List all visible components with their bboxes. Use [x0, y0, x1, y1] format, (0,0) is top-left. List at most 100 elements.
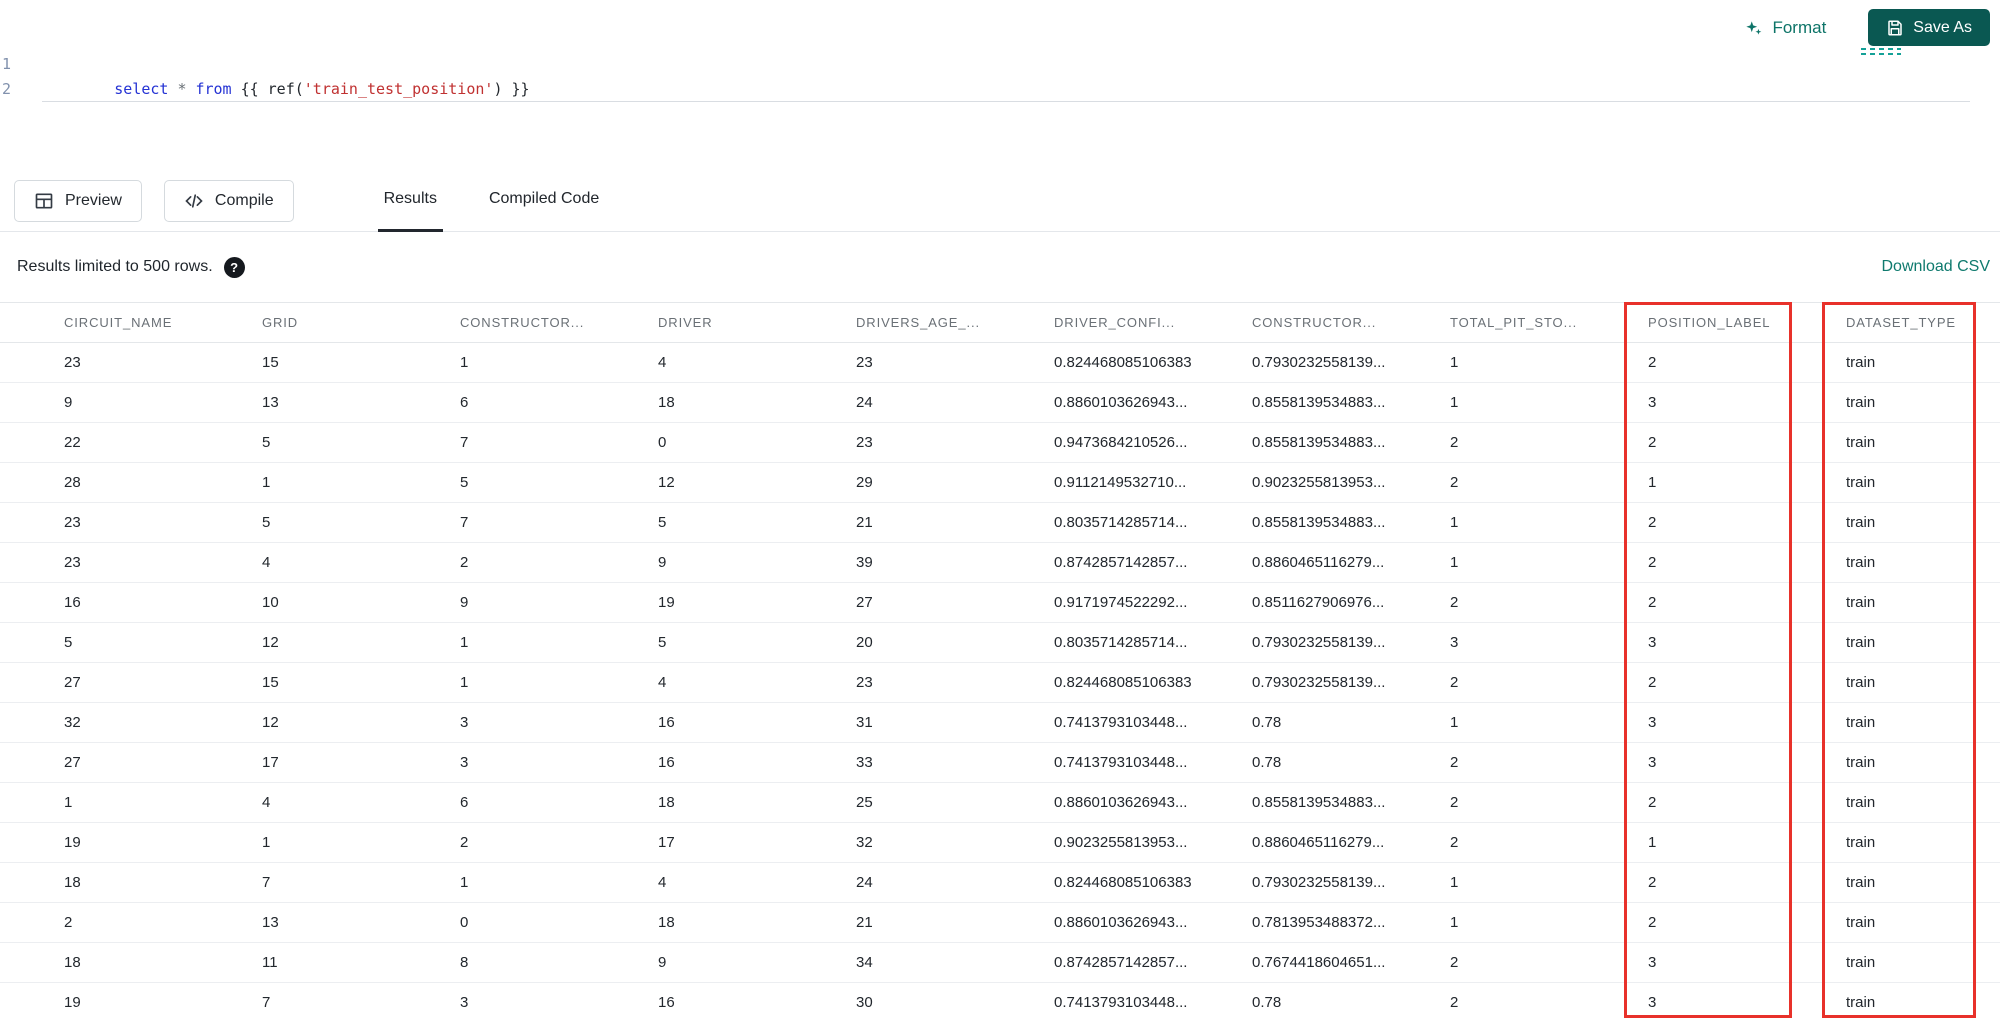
table-cell: 1: [1450, 862, 1648, 903]
table-row: 32 12 3 16 31 0.7413793103448... 0.78 1 …: [0, 702, 2000, 743]
table-cell: 2: [1450, 782, 1648, 823]
table-cell: 19: [658, 582, 856, 623]
preview-button[interactable]: Preview: [14, 179, 142, 222]
code-editor[interactable]: 1 select * from{{ref('train_test_position'…: [0, 52, 2000, 102]
table-cell: 12: [658, 462, 856, 503]
table-cell: 23: [856, 342, 1054, 383]
table-cell: train: [1846, 862, 2000, 903]
table-cell: 3: [1648, 622, 1846, 663]
table-cell: 17: [262, 742, 460, 783]
table-cell: 19: [0, 982, 262, 1020]
table-row: 19 7 3 16 30 0.7413793103448... 0.78 2 3…: [0, 982, 2000, 1020]
editor-active-line[interactable]: [42, 77, 1970, 102]
table-cell: 0.8860103626943...: [1054, 782, 1252, 823]
table-header-row: CIRCUIT_NAME GRID CONSTRUCTOR... DRIVER …: [0, 302, 2000, 343]
table-cell: train: [1846, 462, 2000, 503]
table-cell: 30: [856, 982, 1054, 1020]
table-cell: train: [1846, 822, 2000, 863]
tab-compiled-code-label: Compiled Code: [488, 190, 600, 207]
table-cell: 0.78: [1252, 982, 1450, 1020]
table-cell: 5: [262, 502, 460, 543]
table-cell: 0.78: [1252, 742, 1450, 783]
table-cell: 2: [460, 822, 658, 863]
table-cell: 32: [0, 702, 262, 743]
table-cell: 3: [1450, 622, 1648, 663]
table-row: 16 10 9 19 27 0.9171974522292... 0.85116…: [0, 582, 2000, 623]
table-cell: 16: [658, 742, 856, 783]
table-cell: 1: [262, 822, 460, 863]
table-cell: 0.7930232558139...: [1252, 342, 1450, 383]
format-button[interactable]: Format: [1737, 14, 1832, 42]
download-csv-link[interactable]: Download CSV: [1882, 258, 1991, 276]
table-cell: 2: [1450, 822, 1648, 863]
table-cell: 0.824468085106383: [1054, 342, 1252, 383]
tab-results[interactable]: Results: [377, 170, 443, 232]
table-cell: 15: [262, 662, 460, 703]
help-icon[interactable]: ?: [223, 256, 245, 278]
table-cell: 28: [0, 462, 262, 503]
table-cell: 2: [1648, 782, 1846, 823]
table-cell: 0.824468085106383: [1054, 662, 1252, 703]
table-cell: 0.7930232558139...: [1252, 862, 1450, 903]
table-cell: 2: [1648, 542, 1846, 583]
table-cell: 7: [262, 982, 460, 1020]
tab-compiled-code[interactable]: Compiled Code: [483, 170, 605, 232]
code-line-2[interactable]: 2: [0, 77, 2000, 102]
table-cell: 16: [658, 702, 856, 743]
code-line-1[interactable]: 1 select * from{{ref('train_test_position'…: [0, 52, 2000, 98]
table-cell: 2: [1450, 982, 1648, 1020]
table-cell: train: [1846, 582, 2000, 623]
results-info-bar: Results limited to 500 rows. ? Download …: [0, 232, 2000, 302]
table-cell: 32: [856, 822, 1054, 863]
table-cell: 24: [856, 382, 1054, 423]
table-cell: 0.8742857142857...: [1054, 942, 1252, 983]
table-cell: train: [1846, 422, 2000, 463]
table-cell: 0.9171974522292...: [1054, 582, 1252, 623]
table-cell: train: [1846, 662, 2000, 703]
table-cell: 1: [1450, 382, 1648, 423]
table-cell: 2: [1450, 942, 1648, 983]
table-cell: 0.7413793103448...: [1054, 982, 1252, 1020]
table-cell: 17: [658, 822, 856, 863]
table-cell: 34: [856, 942, 1054, 983]
table-cell: 27: [856, 582, 1054, 623]
table-cell: 2: [1648, 582, 1846, 623]
table-cell: train: [1846, 702, 2000, 743]
table-cell: 19: [0, 822, 262, 863]
table-cell: 2: [1648, 662, 1846, 703]
table-cell: 3: [460, 742, 658, 783]
table-cell: 11: [262, 942, 460, 983]
table-cell: 21: [856, 902, 1054, 943]
table-cell: 12: [262, 622, 460, 663]
table-cell: 21: [856, 502, 1054, 543]
compile-button[interactable]: Compile: [163, 179, 294, 222]
code-line-1-content[interactable]: select * from{{ref('train_test_position')}…: [42, 52, 1970, 98]
table-row: 23 15 1 4 23 0.824468085106383 0.7930232…: [0, 342, 2000, 383]
table-cell: 33: [856, 742, 1054, 783]
save-as-button[interactable]: Save As: [1868, 9, 1990, 46]
column-header: CIRCUIT_NAME: [0, 302, 262, 343]
table-cell: 7: [460, 502, 658, 543]
line-number-2: 2: [1, 80, 11, 98]
table-cell: 24: [856, 862, 1054, 903]
table-cell: 4: [658, 862, 856, 903]
table-cell: 1: [460, 622, 658, 663]
table-cell: 0.7930232558139...: [1252, 622, 1450, 663]
table-cell: 2: [0, 902, 262, 943]
table-cell: 9: [658, 942, 856, 983]
table-cell: 13: [262, 382, 460, 423]
table-cell: 10: [262, 582, 460, 623]
table-cell: 18: [0, 862, 262, 903]
table-cell: 23: [0, 342, 262, 383]
table-cell: 0.8860465116279...: [1252, 822, 1450, 863]
table-cell: 0.8860103626943...: [1054, 382, 1252, 423]
column-header: DRIVER: [658, 302, 856, 343]
table-cell: 1: [1450, 342, 1648, 383]
table-cell: 0.7674418604651...: [1252, 942, 1450, 983]
table-cell: 5: [460, 462, 658, 503]
table-cell: 20: [856, 622, 1054, 663]
table-cell: 23: [856, 662, 1054, 703]
table-cell: 18: [658, 782, 856, 823]
table-cell: 1: [1450, 542, 1648, 583]
table-cell: train: [1846, 782, 2000, 823]
